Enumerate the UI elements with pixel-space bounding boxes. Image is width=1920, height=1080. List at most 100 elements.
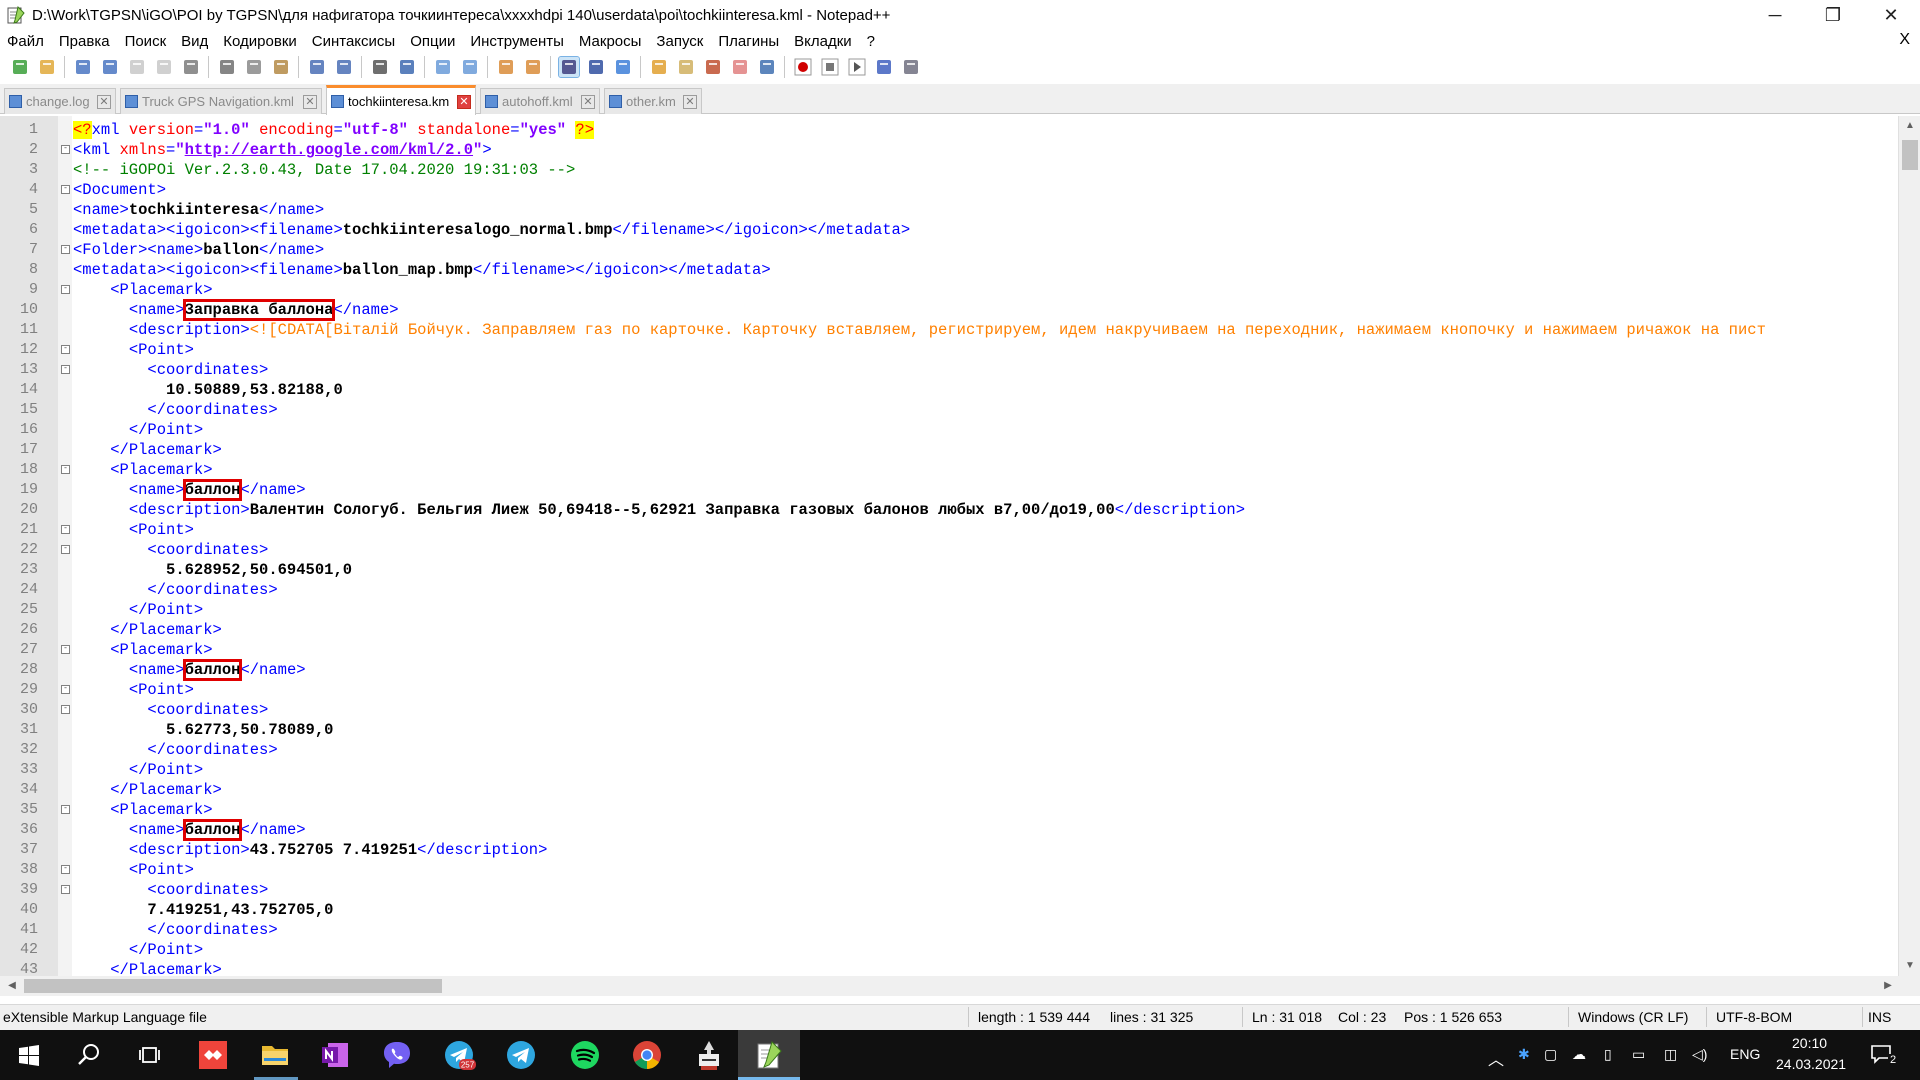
code-line[interactable]: 43 </Placemark>: [0, 960, 1898, 976]
folder-workspace-icon[interactable]: [730, 57, 750, 77]
code-line[interactable]: 35 - <Placemark>: [0, 800, 1898, 820]
horizontal-scrollbar[interactable]: ◀ ▶: [0, 976, 1920, 996]
copy-icon[interactable]: [244, 57, 264, 77]
menu-item-12[interactable]: ?: [860, 33, 883, 50]
code-line[interactable]: 7 - <Folder><name>ballon</name>: [0, 240, 1898, 260]
code-line[interactable]: 22 - <coordinates>: [0, 540, 1898, 560]
code-line[interactable]: 13 - <coordinates>: [0, 360, 1898, 380]
code-line[interactable]: 5 <name>tochkiinteresa</name>: [0, 200, 1898, 220]
menu-item-9[interactable]: Запуск: [649, 33, 711, 50]
notepadpp-taskbar-icon[interactable]: [752, 1038, 786, 1072]
code-line[interactable]: 16 </Point>: [0, 420, 1898, 440]
fold-toggle-icon[interactable]: -: [61, 365, 70, 374]
menu-item-0[interactable]: Файл: [0, 33, 52, 50]
zoom-in-icon[interactable]: [433, 57, 453, 77]
fold-toggle-icon[interactable]: -: [61, 145, 70, 154]
menu-item-11[interactable]: Вкладки: [787, 33, 860, 50]
show-all-chars-icon[interactable]: [586, 57, 606, 77]
close-window-button[interactable]: ✕: [1862, 0, 1920, 30]
clock-date[interactable]: 24.03.2021: [1776, 1056, 1846, 1072]
token-url[interactable]: http://earth.google.com/kml/2.0: [185, 141, 473, 159]
code-line[interactable]: 19 <name>баллон</name>: [0, 479, 1898, 501]
fold-toggle-icon[interactable]: -: [61, 885, 70, 894]
stop-macro-icon[interactable]: [820, 57, 840, 77]
word-wrap-icon[interactable]: [558, 56, 580, 78]
code-line[interactable]: 30 - <coordinates>: [0, 700, 1898, 720]
telegram-desktop-icon[interactable]: [504, 1038, 538, 1072]
editor-area[interactable]: 1 <?xml version="1.0" encoding="utf-8" st…: [0, 116, 1898, 976]
chrome-icon[interactable]: [630, 1038, 664, 1072]
usb-device-icon[interactable]: ▯: [1604, 1046, 1612, 1063]
scroll-down-icon[interactable]: ▼: [1899, 956, 1920, 976]
scroll-left-icon[interactable]: ◀: [2, 976, 22, 996]
telegram-icon[interactable]: 257: [442, 1038, 476, 1072]
indent-guide-icon[interactable]: [613, 57, 633, 77]
horizontal-scroll-thumb[interactable]: [24, 979, 442, 993]
menu-item-1[interactable]: Правка: [52, 33, 118, 50]
code-line[interactable]: 20 <description>Валентин Сологуб. Бельги…: [0, 500, 1898, 520]
replace-icon[interactable]: [397, 57, 417, 77]
menu-item-2[interactable]: Поиск: [118, 33, 175, 50]
code-line[interactable]: 38 - <Point>: [0, 860, 1898, 880]
menu-item-8[interactable]: Макросы: [572, 33, 650, 50]
udl-icon[interactable]: [649, 57, 669, 77]
viber-icon[interactable]: [380, 1038, 414, 1072]
fold-toggle-icon[interactable]: -: [61, 185, 70, 194]
code-line[interactable]: 32 </coordinates>: [0, 740, 1898, 760]
code-line[interactable]: 33 </Point>: [0, 760, 1898, 780]
code-line[interactable]: 10 <name>Заправка баллона</name>: [0, 299, 1898, 321]
code-line[interactable]: 23 5.628952,50.694501,0: [0, 560, 1898, 580]
code-line[interactable]: 27 - <Placemark>: [0, 640, 1898, 660]
status-insert-mode[interactable]: INS: [1868, 1009, 1891, 1025]
code-line[interactable]: 3 <!-- iGOPOi Ver.2.3.0.43, Date 17.04.20…: [0, 160, 1898, 180]
onedrive-icon[interactable]: ☁: [1572, 1046, 1586, 1063]
code-line[interactable]: 26 </Placemark>: [0, 620, 1898, 640]
menu-item-6[interactable]: Опции: [403, 33, 463, 50]
code-line[interactable]: 1 <?xml version="1.0" encoding="utf-8" st…: [0, 120, 1898, 140]
spotify-icon[interactable]: [568, 1038, 602, 1072]
code-line[interactable]: 17 </Placemark>: [0, 440, 1898, 460]
tab-2[interactable]: tochkiinteresa.kml ✕: [326, 85, 476, 115]
task-view-icon[interactable]: [132, 1038, 166, 1072]
menu-item-5[interactable]: Синтаксисы: [305, 33, 403, 50]
redo-icon[interactable]: [334, 57, 354, 77]
search-icon[interactable]: [72, 1038, 106, 1072]
close-all-icon[interactable]: [154, 57, 174, 77]
code-line[interactable]: 36 <name>баллон</name>: [0, 819, 1898, 841]
fold-toggle-icon[interactable]: -: [61, 345, 70, 354]
code-line[interactable]: 24 </coordinates>: [0, 580, 1898, 600]
code-line[interactable]: 6 <metadata><igoicon><filename>tochkiinte…: [0, 220, 1898, 240]
anydesk-icon[interactable]: [196, 1038, 230, 1072]
fold-toggle-icon[interactable]: -: [61, 285, 70, 294]
tab-1[interactable]: Truck GPS Navigation.kml ✕: [120, 88, 322, 114]
code-line[interactable]: 25 </Point>: [0, 600, 1898, 620]
paste-icon[interactable]: [271, 57, 291, 77]
code-line[interactable]: 14 10.50889,53.82188,0: [0, 380, 1898, 400]
fold-toggle-icon[interactable]: -: [61, 465, 70, 474]
fold-toggle-icon[interactable]: -: [61, 245, 70, 254]
cut-icon[interactable]: [217, 57, 237, 77]
tab-close-icon[interactable]: ✕: [97, 94, 111, 109]
tab-3[interactable]: autohoff.kml ✕: [480, 88, 600, 114]
save-icon[interactable]: [73, 57, 93, 77]
code-line[interactable]: 37 <description>43.752705 7.419251</desc…: [0, 840, 1898, 860]
code-line[interactable]: 8 <metadata><igoicon><filename>ballon_map…: [0, 260, 1898, 280]
print-icon[interactable]: [181, 57, 201, 77]
code-line[interactable]: 28 <name>баллон</name>: [0, 659, 1898, 681]
onenote-icon[interactable]: [318, 1038, 352, 1072]
undo-icon[interactable]: [307, 57, 327, 77]
code-line[interactable]: 12 - <Point>: [0, 340, 1898, 360]
scroll-up-icon[interactable]: ▲: [1899, 116, 1920, 136]
file-explorer-icon[interactable]: [258, 1038, 292, 1072]
menu-item-10[interactable]: Плагины: [711, 33, 787, 50]
restore-button[interactable]: ❐: [1804, 0, 1862, 30]
meet-now-icon[interactable]: ▢: [1544, 1046, 1557, 1063]
vertical-scrollbar[interactable]: ▲ ▼: [1898, 116, 1920, 976]
code-line[interactable]: 21 - <Point>: [0, 520, 1898, 540]
tab-close-icon[interactable]: ✕: [683, 94, 697, 109]
code-line[interactable]: 39 - <coordinates>: [0, 880, 1898, 900]
record-macro-icon[interactable]: [793, 57, 813, 77]
fold-toggle-icon[interactable]: -: [61, 545, 70, 554]
clock-time[interactable]: 20:10: [1792, 1035, 1827, 1051]
battery-icon[interactable]: ▭: [1632, 1046, 1645, 1063]
